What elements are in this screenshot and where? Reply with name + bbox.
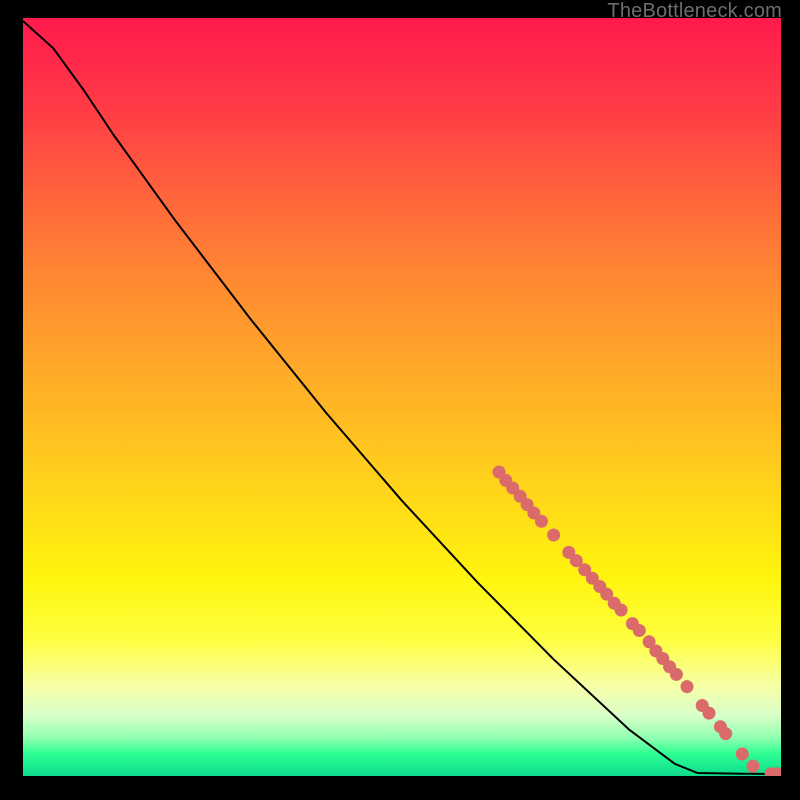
chart-plot-area: [23, 18, 781, 776]
watermark-text: TheBottleneck.com: [607, 0, 782, 23]
chart-svg-layer: [23, 18, 781, 776]
chart-marker: [670, 668, 683, 681]
chart-marker: [747, 760, 760, 773]
chart-marker: [736, 748, 749, 761]
chart-markers: [493, 466, 782, 777]
chart-marker: [547, 529, 560, 542]
chart-marker: [703, 707, 716, 720]
chart-marker: [535, 515, 548, 528]
chart-marker: [681, 680, 694, 693]
chart-marker: [719, 727, 732, 740]
chart-marker: [633, 624, 646, 637]
chart-marker: [615, 604, 628, 617]
